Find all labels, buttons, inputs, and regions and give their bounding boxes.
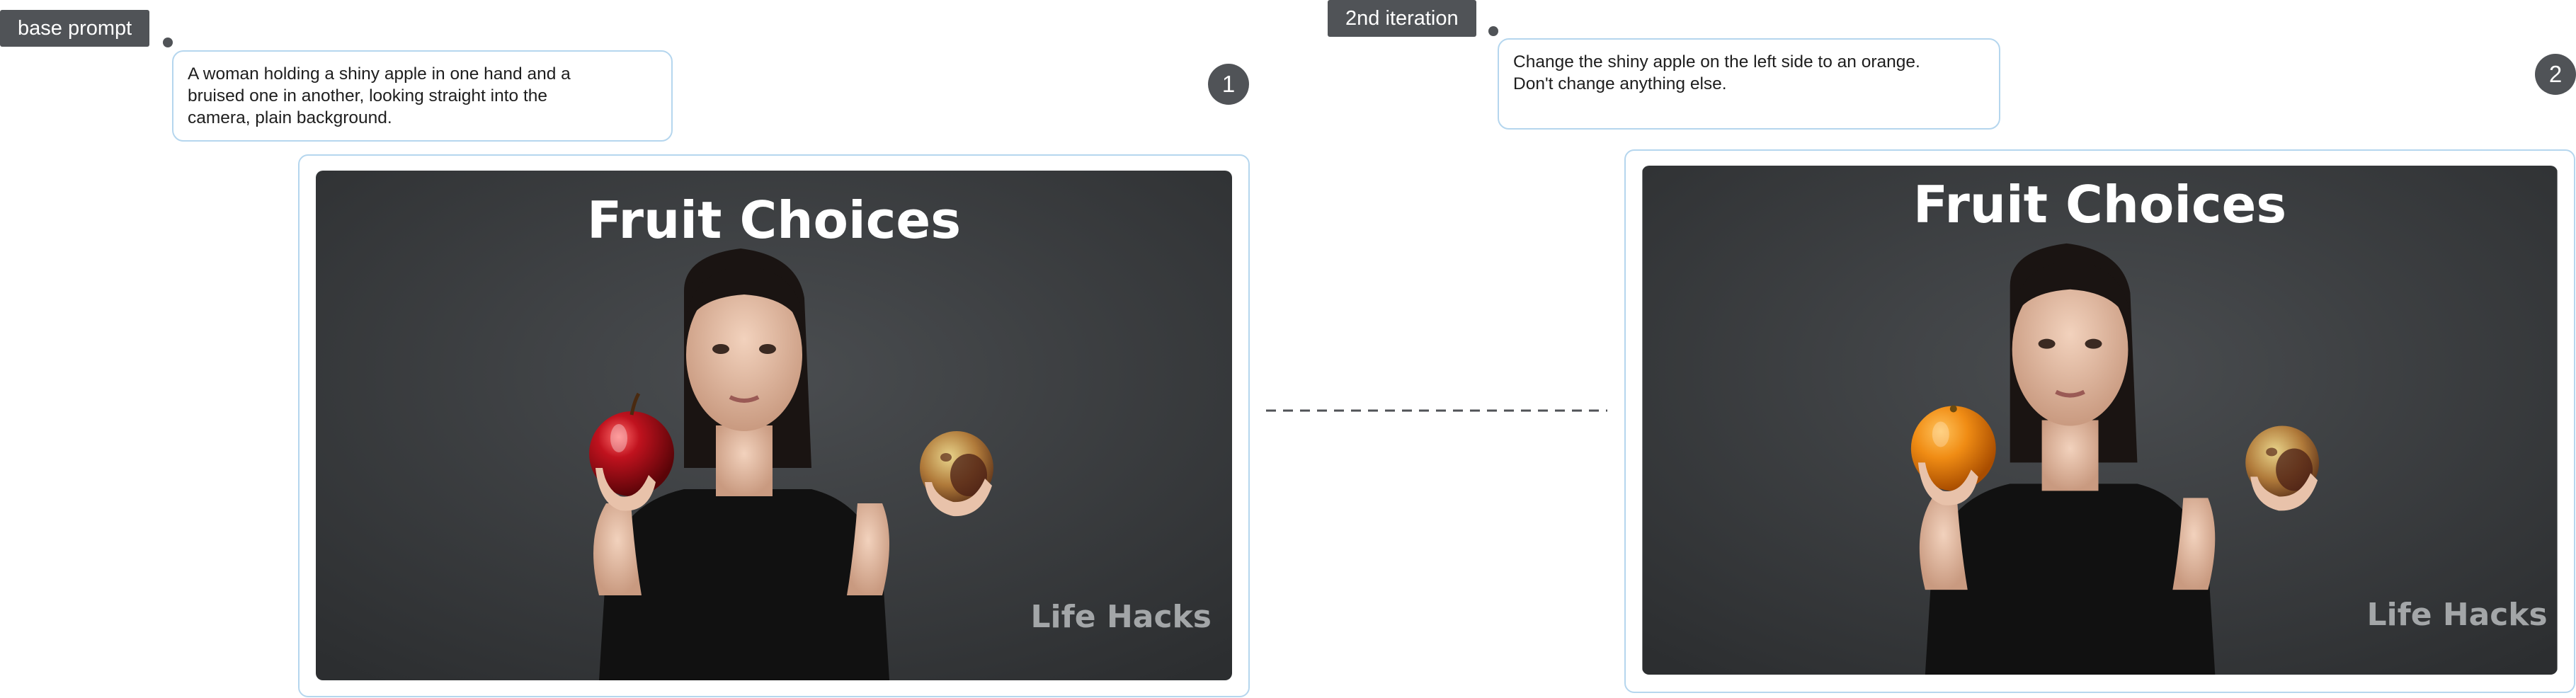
connector-dot (163, 38, 173, 47)
image-title: Fruit Choices (587, 190, 961, 250)
prompt-line: camera, plain background. (188, 108, 392, 127)
base-prompt-tag: base prompt (0, 10, 150, 47)
image-title: Fruit Choices (1913, 175, 2286, 234)
connector-dot (1488, 26, 1498, 36)
photo-canvas: Fruit Choices Life Hacks (1642, 166, 2558, 675)
generated-image-2[interactable]: Fruit Choices Life Hacks (1642, 166, 2558, 675)
generated-image-1[interactable]: Fruit Choices Life Hacks (316, 171, 1232, 680)
step-number-badge: 1 (1208, 64, 1249, 105)
prompt-line: bruised one in another, looking straight… (188, 86, 548, 105)
iteration-tag: 2nd iteration (1328, 0, 1476, 37)
prompt-line: Don't change anything else. (1513, 74, 1727, 93)
prompt-note-1[interactable]: A woman holding a shiny apple in one han… (172, 50, 673, 142)
image-watermark: Life Hacks (1031, 599, 1212, 635)
dashed-connector (1266, 409, 1607, 412)
prompt-line: Change the shiny apple on the left side … (1513, 52, 1920, 71)
step-number-badge: 2 (2535, 54, 2576, 95)
prompt-note-2[interactable]: Change the shiny apple on the left side … (1498, 38, 2000, 130)
prompt-line: A woman holding a shiny apple in one han… (188, 64, 571, 84)
image-watermark: Life Hacks (2367, 597, 2548, 633)
photo-canvas: Fruit Choices Life Hacks (316, 171, 1232, 680)
